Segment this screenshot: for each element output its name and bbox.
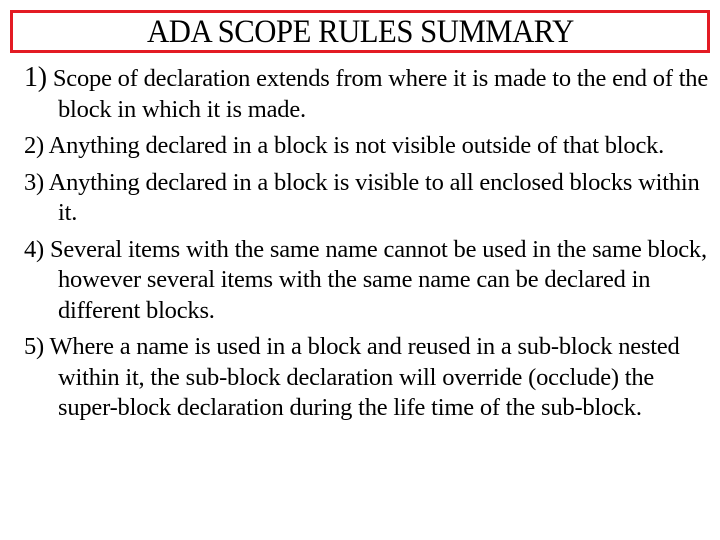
rule-text: Anything declared in a block is visible … xyxy=(48,168,700,227)
rule-number: 1) xyxy=(24,62,47,93)
rule-number: 3) xyxy=(24,168,45,196)
slide-title: ADA SCOPE RULES SUMMARY xyxy=(146,14,574,50)
rule-number: 4) xyxy=(24,235,45,263)
rule-item: 1) Scope of declaration extends from whe… xyxy=(24,62,714,125)
rule-number: 5) xyxy=(24,333,45,360)
rule-item: 3) Anything declared in a block is visib… xyxy=(24,168,714,229)
rule-text: Several items with the same name cannot … xyxy=(49,235,707,324)
rule-text: Anything declared in a block is not visi… xyxy=(48,132,665,159)
rule-number: 2) xyxy=(24,132,45,159)
rule-text: Scope of declaration extends from where … xyxy=(52,65,709,123)
rule-item: 2) Anything declared in a block is not v… xyxy=(24,131,714,162)
rule-item: 5) Where a name is used in a block and r… xyxy=(24,332,714,424)
title-box: ADA SCOPE RULES SUMMARY xyxy=(10,10,710,53)
rule-text: Where a name is used in a block and reus… xyxy=(49,333,680,421)
rule-item: 4) Several items with the same name cann… xyxy=(24,235,714,327)
rules-list: 1) Scope of declaration extends from whe… xyxy=(24,62,714,430)
